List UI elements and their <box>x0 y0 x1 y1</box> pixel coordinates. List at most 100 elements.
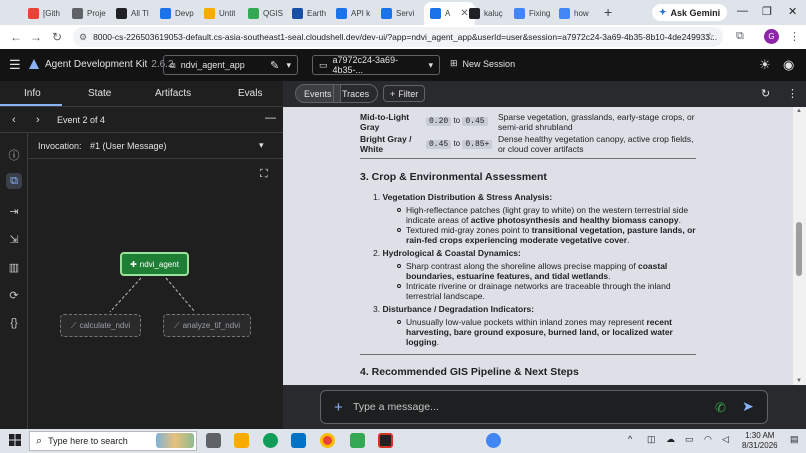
row-range: 0.20 to 0.45 <box>426 116 488 126</box>
site-info-icon[interactable]: ⚙ <box>79 32 87 43</box>
scroll-up-icon[interactable]: ▲ <box>796 108 802 114</box>
row-description: Dense healthy vegetation canopy, active … <box>498 134 694 154</box>
event-counter: Event 2 of 4 <box>57 115 106 125</box>
prev-event-icon[interactable]: ‹ <box>12 114 16 126</box>
tray-cloud-icon[interactable]: ☁ <box>666 434 675 445</box>
tray-wifi-icon[interactable]: ◠ <box>704 434 712 445</box>
chart-icon[interactable]: ▥ <box>6 259 22 275</box>
scrollbar[interactable]: ▲ ▼ <box>793 107 806 385</box>
browser-tab[interactable]: Devp <box>160 3 194 23</box>
login-icon[interactable]: ⇥ <box>6 203 22 219</box>
clock-time: 1:30 AM <box>745 431 775 440</box>
info-icon[interactable]: ⓘ <box>6 147 22 163</box>
tool-node-analyze-tif-ndvi[interactable]: ⟋ analyze_tif_ndvi <box>163 314 251 337</box>
edge-icon[interactable] <box>263 433 278 448</box>
export-icon[interactable]: ⇲ <box>6 231 22 247</box>
account-icon[interactable]: ◉ <box>783 57 794 73</box>
forward-icon[interactable]: → <box>30 30 42 44</box>
more-options-icon[interactable]: ⋮ <box>787 87 798 100</box>
news-widget-icon[interactable] <box>156 433 194 448</box>
address-bar[interactable]: ⚙ 8000-cs-226503619053-default.cs-asia-s… <box>73 27 723 47</box>
tab-info[interactable]: Info <box>24 88 41 99</box>
hamburger-menu-icon[interactable]: ☰ <box>9 57 21 73</box>
row-range: 0.45 to 0.85+ <box>426 139 493 149</box>
message-input[interactable] <box>353 398 693 416</box>
restore-icon[interactable]: ❐ <box>762 5 772 18</box>
bookmark-star-icon[interactable]: ☆ <box>705 30 715 43</box>
tray-app-icon[interactable] <box>486 433 501 448</box>
browser-tab[interactable]: Proje <box>72 3 106 23</box>
new-tab-button[interactable]: + <box>604 4 612 20</box>
browser-tab[interactable]: QGIS <box>248 3 283 23</box>
plus-icon: ✚ <box>130 259 137 269</box>
chrome-icon[interactable] <box>320 433 335 448</box>
tab-state[interactable]: State <box>88 88 111 99</box>
edit-icon[interactable]: ✎ <box>270 59 279 72</box>
browser-tab[interactable]: how <box>559 3 589 23</box>
browser-tab[interactable]: Servi <box>381 3 414 23</box>
outlook-icon[interactable] <box>291 433 306 448</box>
browser-tab[interactable]: All Tl <box>116 3 149 23</box>
bullet <box>397 320 401 324</box>
windows-start-icon[interactable] <box>9 434 21 446</box>
range-to-word: to <box>453 139 461 148</box>
browser-tab[interactable]: A ✕ <box>424 2 475 25</box>
tab-artifacts[interactable]: Artifacts <box>155 88 191 99</box>
collapse-icon[interactable]: — <box>265 112 276 124</box>
scroll-down-icon[interactable]: ▼ <box>796 378 802 384</box>
ask-gemini-button[interactable]: ✦ Ask Gemini <box>652 4 728 21</box>
tray-meet-icon[interactable]: ◫ <box>647 434 656 445</box>
reload-icon[interactable]: ↻ <box>52 30 62 44</box>
sync-icon[interactable]: ⟳ <box>6 287 22 303</box>
refresh-icon[interactable]: ↻ <box>761 87 770 100</box>
browser-menu-icon[interactable]: ⋮ <box>789 30 800 43</box>
browser-tab[interactable]: Earth <box>292 3 326 23</box>
agent-graph: ⛶ ✚ ndvi_agent ⟋ calculate_ndvi ⟋ analyz… <box>28 159 283 429</box>
tray-volume-icon[interactable]: ◁ <box>722 434 729 445</box>
graph-icon[interactable]: ⧉ <box>6 173 22 189</box>
next-event-icon[interactable]: › <box>36 114 40 126</box>
browser-tab[interactable]: kaluç <box>469 3 503 23</box>
tool-node-calculate-ndvi[interactable]: ⟋ calculate_ndvi <box>60 314 141 337</box>
send-icon[interactable]: ➤ <box>742 398 754 415</box>
extensions-icon[interactable]: ⧉ <box>736 30 744 43</box>
back-icon[interactable]: ← <box>10 30 22 44</box>
profile-avatar[interactable]: G <box>764 29 779 44</box>
code-icon[interactable]: {} <box>6 315 22 331</box>
file-explorer-icon[interactable] <box>234 433 249 448</box>
scrollbar-thumb[interactable] <box>796 222 802 276</box>
agent-node[interactable]: ✚ ndvi_agent <box>120 252 189 276</box>
tab-evals[interactable]: Evals <box>238 88 262 99</box>
tab-favicon-icon <box>72 7 83 19</box>
attach-plus-icon[interactable]: + <box>334 399 343 416</box>
session-selector[interactable]: ▭ a7972c24-3a69-4b35-... ▾ <box>312 55 440 75</box>
chevron-down-icon[interactable]: ▾ <box>259 140 264 151</box>
close-tab-icon[interactable]: ✕ <box>460 8 468 19</box>
os-taskbar: ⌕ Type here to search ^ ◫ ☁ ▭ ◠ ◁ 1:30 A… <box>0 429 806 453</box>
theme-toggle-icon[interactable]: ☀ <box>759 57 771 73</box>
task-view-icon[interactable] <box>206 433 221 448</box>
traces-toggle[interactable]: Traces <box>333 84 379 103</box>
tray-network-icon[interactable]: ▭ <box>685 434 694 445</box>
screen-recorder-icon[interactable] <box>378 433 393 448</box>
ask-gemini-label: Ask Gemini <box>670 7 721 18</box>
taskbar-search-placeholder: Type here to search <box>48 436 128 446</box>
browser-tab[interactable]: Untit <box>204 3 235 23</box>
left-tabs: Info State Artifacts Evals <box>0 81 283 107</box>
browser-tab[interactable]: API k <box>336 3 370 23</box>
taskbar-clock[interactable]: 1:30 AM 8/31/2026 <box>742 431 778 451</box>
filter-label: Filter <box>398 88 419 99</box>
invocation-select[interactable]: #1 (User Message) <box>90 141 167 151</box>
minimize-icon[interactable]: — <box>737 5 748 17</box>
new-session-button[interactable]: ⊞ New Session <box>450 58 515 69</box>
voice-call-icon[interactable]: ✆ <box>715 400 726 416</box>
browser-tab[interactable]: Fixing <box>514 3 550 23</box>
qgis-icon[interactable] <box>350 433 365 448</box>
browser-tab[interactable]: [Gith <box>28 3 60 23</box>
tray-chevron-icon[interactable]: ^ <box>628 434 632 444</box>
notifications-icon[interactable]: ▤ <box>790 434 799 445</box>
new-session-icon: ⊞ <box>450 58 458 68</box>
close-window-icon[interactable]: ✕ <box>788 5 797 18</box>
filter-button[interactable]: + Filter <box>383 85 426 102</box>
bullet <box>397 264 401 268</box>
